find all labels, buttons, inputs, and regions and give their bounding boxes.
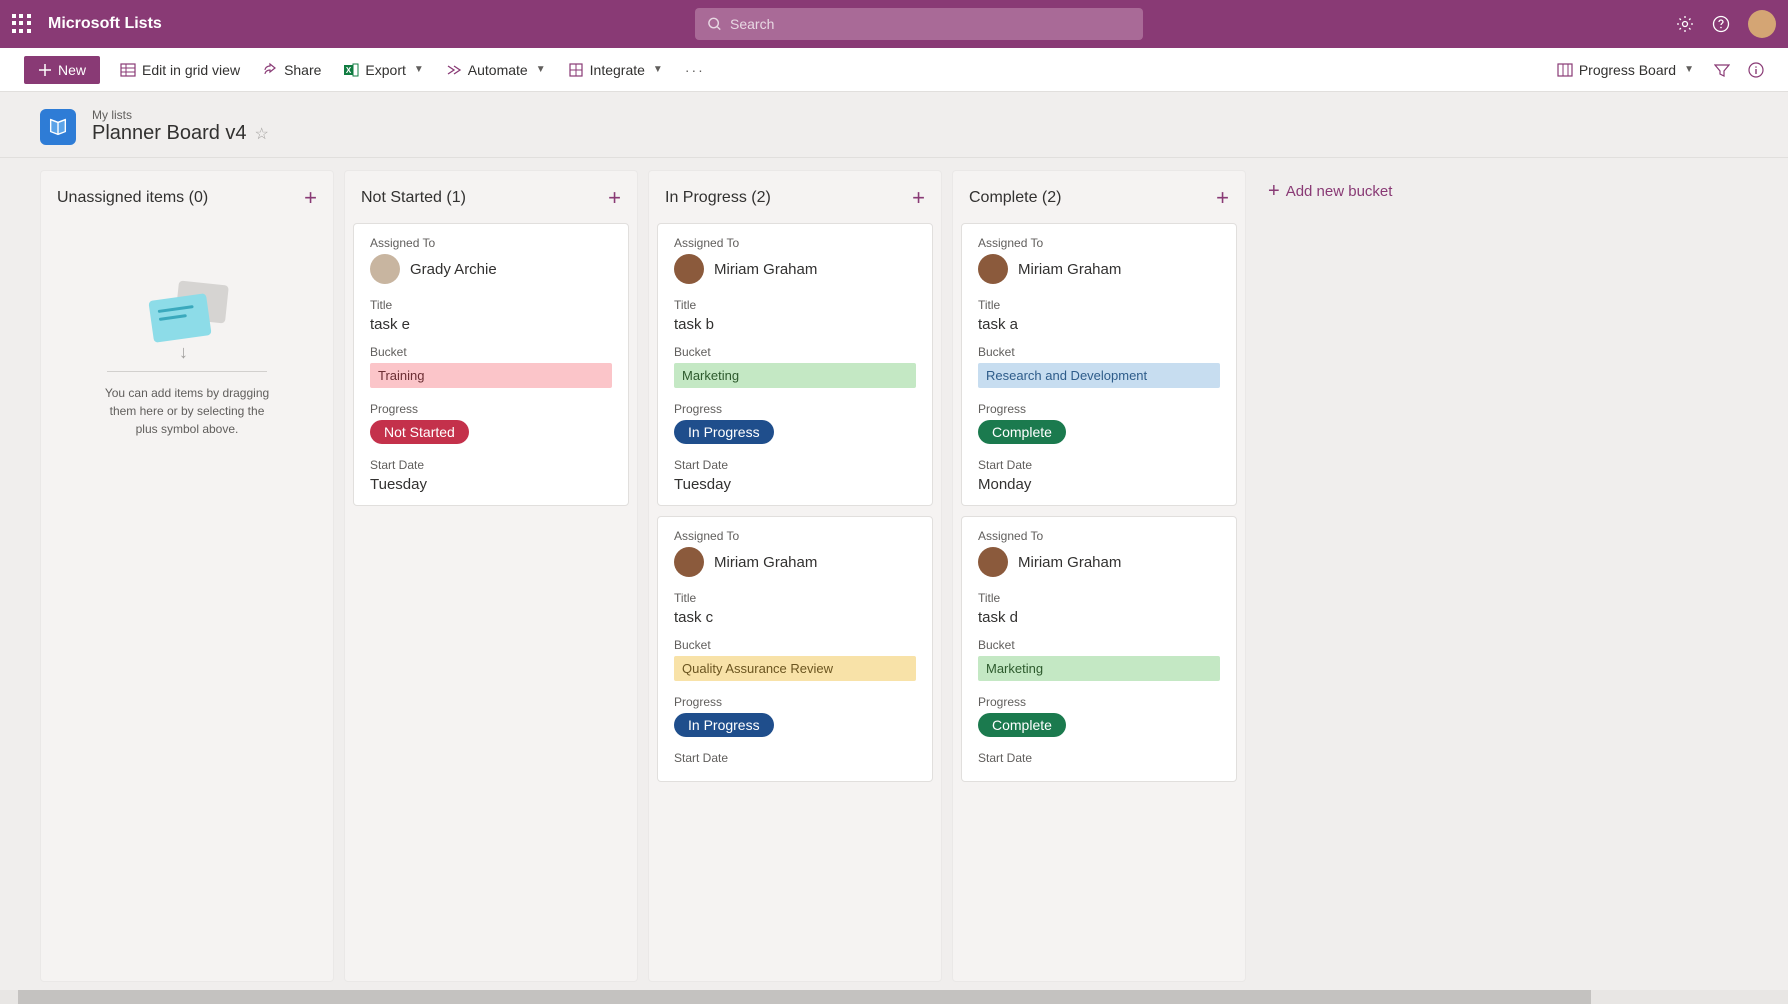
chevron-down-icon: ▼ (653, 64, 663, 75)
breadcrumb[interactable]: My lists (92, 108, 269, 122)
empty-state: ↓ You can add items by dragging them her… (49, 223, 325, 438)
bucket-tag: Marketing (674, 363, 916, 388)
bucket-tag: Marketing (978, 656, 1220, 681)
info-icon[interactable] (1748, 62, 1764, 78)
start-date: Tuesday (370, 476, 612, 493)
avatar (978, 547, 1008, 577)
assignee-name: Miriam Graham (1018, 554, 1121, 571)
svg-text:X: X (346, 66, 352, 75)
command-bar: New Edit in grid view Share X Export ▼ A… (0, 48, 1788, 92)
board-icon (1557, 62, 1573, 78)
add-card-button[interactable]: + (1216, 185, 1229, 211)
share-icon (262, 62, 278, 78)
excel-icon: X (343, 62, 359, 78)
card-title: task d (978, 609, 1220, 626)
search-box[interactable] (695, 8, 1143, 40)
overflow-button[interactable]: ··· (683, 58, 707, 82)
column-complete: Complete (2) + Assigned To Miriam Graham… (952, 170, 1246, 982)
integrate-icon (568, 62, 584, 78)
filter-icon[interactable] (1714, 62, 1730, 78)
task-card[interactable]: Assigned To Miriam Graham Title task c B… (657, 516, 933, 782)
task-card[interactable]: Assigned To Miriam Graham Title task b B… (657, 223, 933, 506)
avatar (978, 254, 1008, 284)
app-launcher-icon[interactable] (12, 14, 32, 34)
help-icon[interactable] (1712, 15, 1730, 33)
profile-avatar[interactable] (1748, 10, 1776, 38)
plus-icon (38, 63, 52, 77)
card-title: task b (674, 316, 916, 333)
card-title: task a (978, 316, 1220, 333)
assignee-name: Grady Archie (410, 261, 497, 278)
bucket-tag: Quality Assurance Review (674, 656, 916, 681)
column-unassigned: Unassigned items (0) + ↓ You can add ite… (40, 170, 334, 982)
chevron-down-icon: ▼ (414, 64, 424, 75)
bucket-tag: Training (370, 363, 612, 388)
search-icon (707, 16, 722, 32)
share-button[interactable]: Share (260, 58, 323, 82)
column-title: Unassigned items (0) (57, 189, 208, 207)
chevron-down-icon: ▼ (536, 64, 546, 75)
progress-pill: In Progress (674, 420, 774, 444)
board-view: Unassigned items (0) + ↓ You can add ite… (0, 158, 1788, 994)
progress-pill: Complete (978, 420, 1066, 444)
task-card[interactable]: Assigned To Miriam Graham Title task a B… (961, 223, 1237, 506)
settings-icon[interactable] (1676, 15, 1694, 33)
automate-button[interactable]: Automate ▼ (444, 58, 548, 82)
list-icon (40, 109, 76, 145)
suite-header: Microsoft Lists (0, 0, 1788, 48)
bucket-tag: Research and Development (978, 363, 1220, 388)
column-in-progress: In Progress (2) + Assigned To Miriam Gra… (648, 170, 942, 982)
favorite-star-icon[interactable]: ☆ (255, 124, 269, 144)
plus-icon: + (1268, 180, 1280, 203)
column-title: In Progress (2) (665, 189, 771, 207)
chevron-down-icon: ▼ (1684, 64, 1694, 75)
start-date: Tuesday (674, 476, 916, 493)
task-card[interactable]: Assigned To Grady Archie Title task e Bu… (353, 223, 629, 506)
list-header: My lists Planner Board v4 ☆ (0, 92, 1788, 158)
add-bucket-button[interactable]: + Add new bucket (1256, 170, 1404, 213)
progress-pill: In Progress (674, 713, 774, 737)
empty-text: You can add items by dragging them here … (97, 384, 277, 438)
column-not-started: Not Started (1) + Assigned To Grady Arch… (344, 170, 638, 982)
progress-pill: Not Started (370, 420, 469, 444)
integrate-button[interactable]: Integrate ▼ (566, 58, 665, 82)
add-card-button[interactable]: + (608, 185, 621, 211)
export-button[interactable]: X Export ▼ (341, 58, 425, 82)
grid-icon (120, 62, 136, 78)
task-card[interactable]: Assigned To Miriam Graham Title task d B… (961, 516, 1237, 782)
start-date: Monday (978, 476, 1220, 493)
avatar (674, 254, 704, 284)
add-card-button[interactable]: + (304, 185, 317, 211)
assignee-name: Miriam Graham (1018, 261, 1121, 278)
empty-illustration: ↓ (137, 283, 237, 363)
assignee-name: Miriam Graham (714, 261, 817, 278)
view-selector[interactable]: Progress Board ▼ (1555, 58, 1696, 82)
card-title: task c (674, 609, 916, 626)
add-card-button[interactable]: + (912, 185, 925, 211)
column-title: Not Started (1) (361, 189, 466, 207)
app-name: Microsoft Lists (48, 15, 162, 33)
horizontal-scrollbar[interactable] (0, 990, 1788, 1004)
edit-grid-button[interactable]: Edit in grid view (118, 58, 242, 82)
list-title: Planner Board v4 (92, 122, 247, 145)
avatar (370, 254, 400, 284)
avatar (674, 547, 704, 577)
card-title: task e (370, 316, 612, 333)
progress-pill: Complete (978, 713, 1066, 737)
assignee-name: Miriam Graham (714, 554, 817, 571)
automate-icon (446, 62, 462, 78)
search-input[interactable] (730, 16, 1131, 32)
column-title: Complete (2) (969, 189, 1061, 207)
new-button[interactable]: New (24, 56, 100, 84)
